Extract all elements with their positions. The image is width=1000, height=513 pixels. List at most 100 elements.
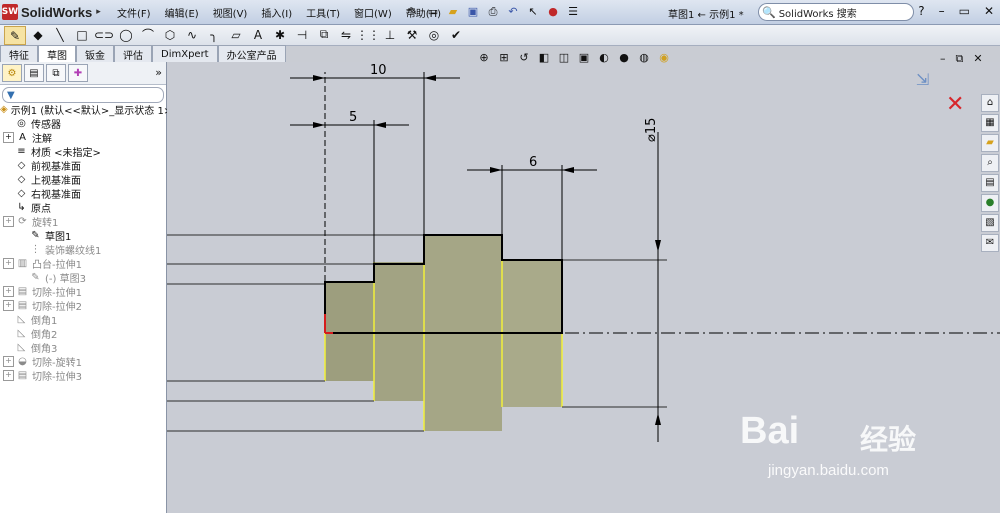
print-icon[interactable]: ⎙	[485, 3, 501, 19]
library-icon[interactable]: ▦	[981, 114, 999, 132]
close-button[interactable]: ✕	[984, 4, 994, 18]
expand-icon[interactable]: +	[3, 355, 14, 367]
text-tool-icon[interactable]: A	[248, 26, 268, 43]
polygon-tool-icon[interactable]: ⬡	[160, 26, 180, 43]
feature-tree-tab-icon[interactable]: ⚙	[2, 64, 22, 82]
trim-tool-icon[interactable]: ⊣	[292, 26, 312, 43]
doc-minimize-button[interactable]: –	[940, 52, 946, 66]
forum-icon[interactable]: ✉	[981, 234, 999, 252]
slot-tool-icon[interactable]: ⊂⊃	[94, 26, 114, 43]
hide-show-icon[interactable]: ◐	[596, 50, 612, 64]
zoom-area-icon[interactable]: ⊞	[496, 50, 512, 64]
properties-icon[interactable]: ▧	[981, 214, 999, 232]
minimize-button[interactable]: –	[939, 4, 945, 18]
tree-item[interactable]: ◇ 前视基准面	[0, 158, 166, 173]
offset-tool-icon[interactable]: ⧉	[314, 26, 334, 43]
appearances-icon[interactable]: ●	[981, 194, 999, 212]
palette-icon[interactable]: ▤	[981, 174, 999, 192]
property-manager-tab-icon[interactable]: ▤	[24, 64, 44, 82]
tree-item[interactable]: + ▤ 切除-拉伸3	[0, 368, 166, 383]
rectangle-tool-icon[interactable]: □	[72, 26, 92, 43]
tree-root[interactable]: ◈ 示例1 (默认<<默认>_显示状态 1>)	[0, 102, 176, 117]
point-tool-icon[interactable]: ✱	[270, 26, 290, 43]
menu-edit[interactable]: 编辑(E)	[158, 5, 206, 20]
search-input[interactable]: SolidWorks 搜索	[779, 5, 857, 20]
previous-view-icon[interactable]: ↺	[516, 50, 532, 64]
view-orientation-icon[interactable]: ◫	[556, 50, 572, 64]
menu-window[interactable]: 窗口(W)	[347, 5, 399, 20]
rebuild-icon[interactable]: ●	[545, 3, 561, 19]
home-icon[interactable]: ⌂	[981, 94, 999, 112]
exit-sketch-icon[interactable]: ✕	[946, 92, 964, 117]
pin-icon[interactable]: ✎	[405, 3, 421, 19]
open-folder-icon[interactable]: ▰	[445, 3, 461, 19]
zoom-to-fit-icon[interactable]: ⊕	[476, 50, 492, 64]
sketch-tool-icon[interactable]: ✎	[4, 26, 26, 45]
expand-icon[interactable]: +	[3, 299, 14, 311]
tree-item[interactable]: ◎ 传感器	[0, 116, 166, 131]
scene-icon[interactable]: ◍	[636, 50, 652, 64]
tree-item[interactable]: ◺ 倒角2	[0, 326, 166, 341]
tree-item[interactable]: + ▤ 切除-拉伸1	[0, 284, 166, 299]
expand-icon[interactable]: +	[3, 369, 14, 381]
menu-view[interactable]: 视图(V)	[206, 5, 255, 20]
instant2d-icon[interactable]: ✔	[446, 26, 466, 43]
help-icon[interactable]: ?	[918, 4, 924, 18]
tree-item[interactable]: ◺ 倒角3	[0, 340, 166, 355]
new-file-icon[interactable]: ▭	[425, 3, 441, 19]
expand-icon[interactable]: +	[3, 215, 14, 227]
dimxpert-tab-icon[interactable]: ✚	[68, 64, 88, 82]
display-style-icon[interactable]: ▣	[576, 50, 592, 64]
relations-tool-icon[interactable]: ⊥	[380, 26, 400, 43]
tab-dimxpert[interactable]: DimXpert	[152, 45, 218, 62]
options-icon[interactable]: ☰	[565, 3, 581, 19]
view-settings-icon[interactable]: ◉	[656, 50, 672, 64]
mirror-tool-icon[interactable]: ⇋	[336, 26, 356, 43]
expand-icon[interactable]: +	[3, 257, 14, 269]
chevron-right-icon[interactable]: ▸	[96, 7, 101, 17]
tree-item[interactable]: ◺ 倒角1	[0, 312, 166, 327]
tab-sheet-metal[interactable]: 钣金	[76, 45, 114, 62]
pattern-tool-icon[interactable]: ⋮⋮	[356, 26, 380, 43]
expand-icon[interactable]: +	[3, 285, 14, 297]
tree-item[interactable]: ≡ 材质 <未指定>	[0, 144, 166, 159]
save-icon[interactable]: ▣	[465, 3, 481, 19]
search-icon[interactable]: ⌕	[981, 154, 999, 172]
tree-item[interactable]: + ▥ 凸台-拉伸1	[0, 256, 166, 271]
section-view-icon[interactable]: ◧	[536, 50, 552, 64]
doc-restore-button[interactable]: ⧉	[956, 52, 964, 66]
fillet-tool-icon[interactable]: ╮	[204, 26, 224, 43]
undo-icon[interactable]: ↶	[505, 3, 521, 19]
search-box[interactable]: 🔍 SolidWorks 搜索	[758, 3, 914, 21]
tree-item[interactable]: ⋮ 装饰螺纹线1	[0, 242, 166, 257]
tab-evaluate[interactable]: 评估	[114, 45, 152, 62]
repair-sketch-icon[interactable]: ⚒	[402, 26, 422, 43]
tab-office-products[interactable]: 办公室产品	[217, 45, 286, 62]
tree-item[interactable]: + ◒ 切除-旋转1	[0, 354, 166, 369]
expand-icon[interactable]: +	[3, 131, 14, 143]
menu-tools[interactable]: 工具(T)	[299, 5, 347, 20]
tab-sketch[interactable]: 草图	[38, 45, 76, 62]
tree-item[interactable]: + ▤ 切除-拉伸2	[0, 298, 166, 313]
app-logo[interactable]: SW SolidWorks ▸	[2, 3, 101, 21]
menu-file[interactable]: 文件(F)	[110, 5, 158, 20]
folder-icon[interactable]: ▰	[981, 134, 999, 152]
line-tool-icon[interactable]: ╲	[50, 26, 70, 43]
configuration-tab-icon[interactable]: ⧉	[46, 64, 66, 82]
spline-tool-icon[interactable]: ∿	[182, 26, 202, 43]
plane-tool-icon[interactable]: ▱	[226, 26, 246, 43]
tree-item[interactable]: + A 注解	[0, 130, 166, 145]
tab-features[interactable]: 特征	[0, 45, 38, 62]
tree-item[interactable]: ↳ 原点	[0, 200, 166, 215]
doc-close-button[interactable]: ✕	[973, 52, 982, 66]
menu-insert[interactable]: 插入(I)	[254, 5, 299, 20]
chevron-right-icon[interactable]: »	[155, 66, 162, 79]
arc-tool-icon[interactable]: ⌒	[138, 26, 158, 43]
quick-snap-icon[interactable]: ◎	[424, 26, 444, 43]
smart-dimension-icon[interactable]: ◆	[28, 26, 48, 43]
circle-tool-icon[interactable]: ◯	[116, 26, 136, 43]
appearance-icon[interactable]: ●	[616, 50, 632, 64]
tree-item[interactable]: ◇ 右视基准面	[0, 186, 166, 201]
restore-button[interactable]: ▭	[959, 4, 970, 18]
select-cursor-icon[interactable]: ↖	[525, 3, 541, 19]
